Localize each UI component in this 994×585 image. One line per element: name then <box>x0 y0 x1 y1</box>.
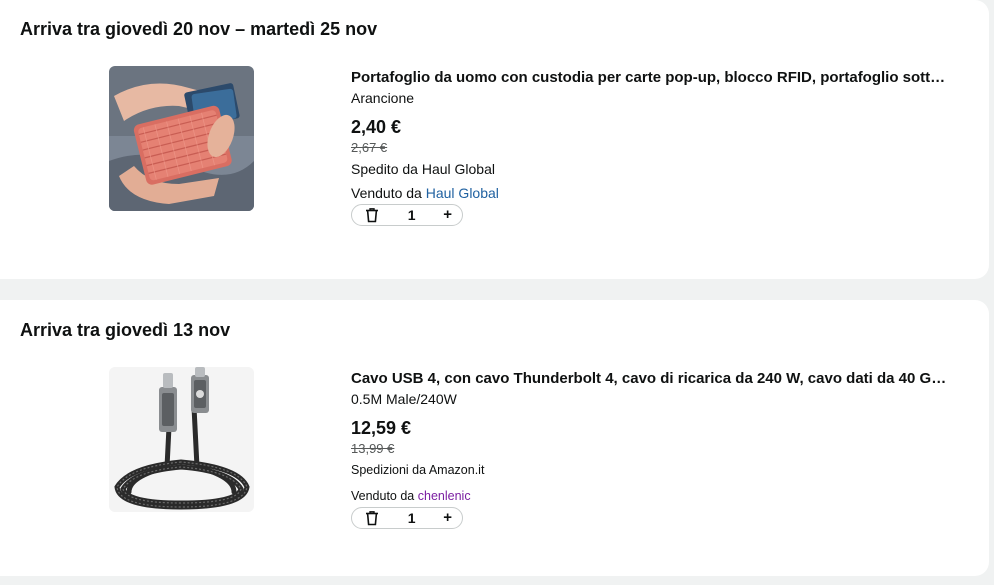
wallet-product-image <box>109 66 254 211</box>
product-image[interactable] <box>109 367 254 512</box>
sold-by-label: Venduto da <box>351 185 422 201</box>
product-variant: 0.5M Male/240W <box>351 391 457 407</box>
product-image[interactable] <box>109 66 254 211</box>
quantity-stepper: 1 + <box>351 204 463 226</box>
product-info: Cavo USB 4, con cavo Thunderbolt 4, cavo… <box>351 369 951 529</box>
quantity-value: 1 <box>407 510 416 526</box>
sold-by: Venduto da Haul Global <box>351 184 951 202</box>
cart-item-card: Arriva tra giovedì 20 nov – martedì 25 n… <box>0 0 989 279</box>
product-title[interactable]: Portafoglio da uomo con custodia per car… <box>351 68 949 88</box>
sold-by: Venduto da chenlenic <box>351 487 951 505</box>
trash-icon[interactable] <box>364 207 380 223</box>
increase-quantity-button[interactable]: + <box>443 207 452 222</box>
delivery-estimate: Arriva tra giovedì 13 nov <box>20 320 231 340</box>
shipping-info: Spedizioni da Amazon.it <box>351 463 485 477</box>
cart-item-card: Arriva tra giovedì 13 nov Cavo USB 4, co… <box>0 300 989 576</box>
quantity-stepper: 1 + <box>351 507 463 529</box>
delivery-estimate: Arriva tra giovedì 20 nov – martedì 25 n… <box>20 19 378 39</box>
product-price: 12,59 € <box>351 418 412 438</box>
product-price: 2,40 € <box>351 117 402 137</box>
quantity-value: 1 <box>407 207 416 223</box>
product-title[interactable]: Cavo USB 4, con cavo Thunderbolt 4, cavo… <box>351 369 949 389</box>
increase-quantity-button[interactable]: + <box>443 510 452 525</box>
trash-icon[interactable] <box>364 510 380 526</box>
seller-link[interactable]: chenlenic <box>418 489 471 503</box>
product-old-price: 2,67 € <box>351 140 388 155</box>
product-variant: Arancione <box>351 90 415 106</box>
shipping-info: Spedito da Haul Global <box>351 161 495 177</box>
sold-by-label: Venduto da <box>351 489 415 503</box>
usb-cable-product-image <box>109 367 254 512</box>
seller-link[interactable]: Haul Global <box>426 185 499 201</box>
product-old-price: 13,99 € <box>351 441 395 456</box>
product-info: Portafoglio da uomo con custodia per car… <box>351 68 951 226</box>
